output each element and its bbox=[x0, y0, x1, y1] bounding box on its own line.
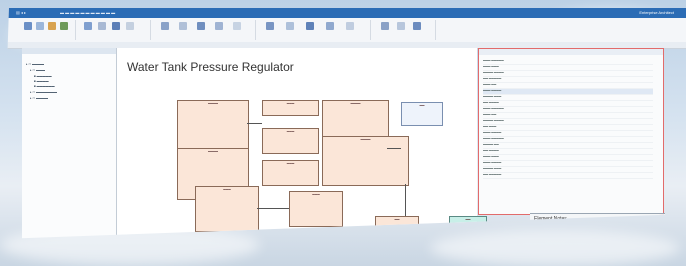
project-browser: ▸ ▭ ▬▬▬▬ ▸ ▭ ▬▬▬ ■ ▬▬▬▬▬ ■ ▬▬▬▬ ■ ▬▬▬▬▬▬… bbox=[22, 48, 117, 239]
tree-item[interactable]: ■ ▬▬▬▬▬▬ bbox=[34, 84, 55, 88]
ribbon bbox=[1, 18, 686, 43]
tree-item[interactable]: ▸ ▭ ▬▬▬▬▬▬▬ bbox=[30, 90, 57, 94]
diagram-block[interactable]: ▬▬▬▬ bbox=[322, 136, 409, 186]
ribbon-button-icon[interactable] bbox=[179, 22, 187, 30]
ribbon-button-icon[interactable] bbox=[84, 22, 92, 30]
ribbon-button-icon[interactable] bbox=[36, 22, 44, 30]
diagram-block[interactable]: ▬▬▬ bbox=[262, 100, 319, 116]
ribbon-button-icon[interactable] bbox=[326, 22, 334, 30]
diagram-block[interactable]: ▬▬▬ bbox=[262, 128, 319, 154]
property-row[interactable]: ▬▬ ▬▬▬▬▬ bbox=[483, 173, 653, 179]
ribbon-button-icon[interactable] bbox=[346, 22, 354, 30]
properties-panel: ▬▬▬ ▬▬▬▬▬ ▬▬▬ ▬▬▬ ▬▬▬▬ ▬▬▬▬ ▬▬ ▬▬▬▬▬ ▬▬▬… bbox=[478, 48, 664, 215]
tree-item[interactable]: ▸ ▭ ▬▬▬▬ bbox=[26, 62, 44, 66]
browser-header bbox=[22, 48, 116, 54]
diagram-block[interactable]: ▬▬▬ bbox=[262, 160, 319, 186]
ribbon-button-icon[interactable] bbox=[266, 22, 274, 30]
ribbon-button-icon[interactable] bbox=[48, 22, 56, 30]
ribbon-button-icon[interactable] bbox=[306, 22, 314, 30]
ribbon-button-icon[interactable] bbox=[112, 22, 120, 30]
ribbon-button-icon[interactable] bbox=[161, 22, 169, 30]
connector-line bbox=[387, 148, 401, 149]
diagram-block[interactable]: ▬▬▬ bbox=[195, 186, 259, 232]
ribbon-button-icon[interactable] bbox=[126, 22, 134, 30]
ribbon-button-icon[interactable] bbox=[413, 22, 421, 30]
ribbon-button-icon[interactable] bbox=[98, 22, 106, 30]
properties-header bbox=[479, 49, 663, 55]
ribbon-group bbox=[375, 20, 436, 40]
diagram-block[interactable]: ▬▬ bbox=[401, 102, 443, 126]
diagram-block[interactable]: ▬▬▬▬ bbox=[322, 100, 389, 140]
tree-item[interactable]: ■ ▬▬▬▬▬ bbox=[34, 74, 52, 78]
ribbon-button-icon[interactable] bbox=[381, 22, 389, 30]
ribbon-button-icon[interactable] bbox=[397, 22, 405, 30]
connector-line bbox=[247, 123, 262, 124]
ribbon-button-icon[interactable] bbox=[215, 22, 223, 30]
tree-item[interactable]: ■ ▬▬▬▬ bbox=[34, 79, 49, 83]
ribbon-group bbox=[155, 20, 256, 40]
ribbon-group bbox=[20, 20, 76, 40]
ribbon-group bbox=[260, 20, 371, 40]
connector-line bbox=[405, 184, 406, 216]
ribbon-button-icon[interactable] bbox=[286, 22, 294, 30]
ribbon-button-icon[interactable] bbox=[60, 22, 68, 30]
diagram-canvas[interactable]: Water Tank Pressure Regulator ▬▬▬▬ ▬▬▬▬ … bbox=[117, 48, 487, 239]
diagram-title: Water Tank Pressure Regulator bbox=[127, 60, 294, 74]
ribbon-group bbox=[80, 20, 151, 40]
diagram-block[interactable]: ▬▬▬ bbox=[289, 191, 343, 227]
ribbon-button-icon[interactable] bbox=[233, 22, 241, 30]
diagram-block[interactable]: ▬▬▬▬ bbox=[177, 100, 249, 150]
tree-item[interactable]: ▸ ▭ ▬▬▬ bbox=[30, 68, 45, 72]
ribbon-button-icon[interactable] bbox=[24, 22, 32, 30]
ribbon-button-icon[interactable] bbox=[197, 22, 205, 30]
connector-line bbox=[257, 208, 289, 209]
app-brand: Enterprise Architect bbox=[639, 10, 674, 15]
tree-item[interactable]: ▸ ▭ ▬▬▬▬ bbox=[30, 96, 48, 100]
title-bar: ▤ ◂ ▸ ▬ ▬ ▬ ▬ ▬ ▬ ▬ ▬ ▬ ▬ ▬ Enterprise A… bbox=[1, 8, 686, 18]
